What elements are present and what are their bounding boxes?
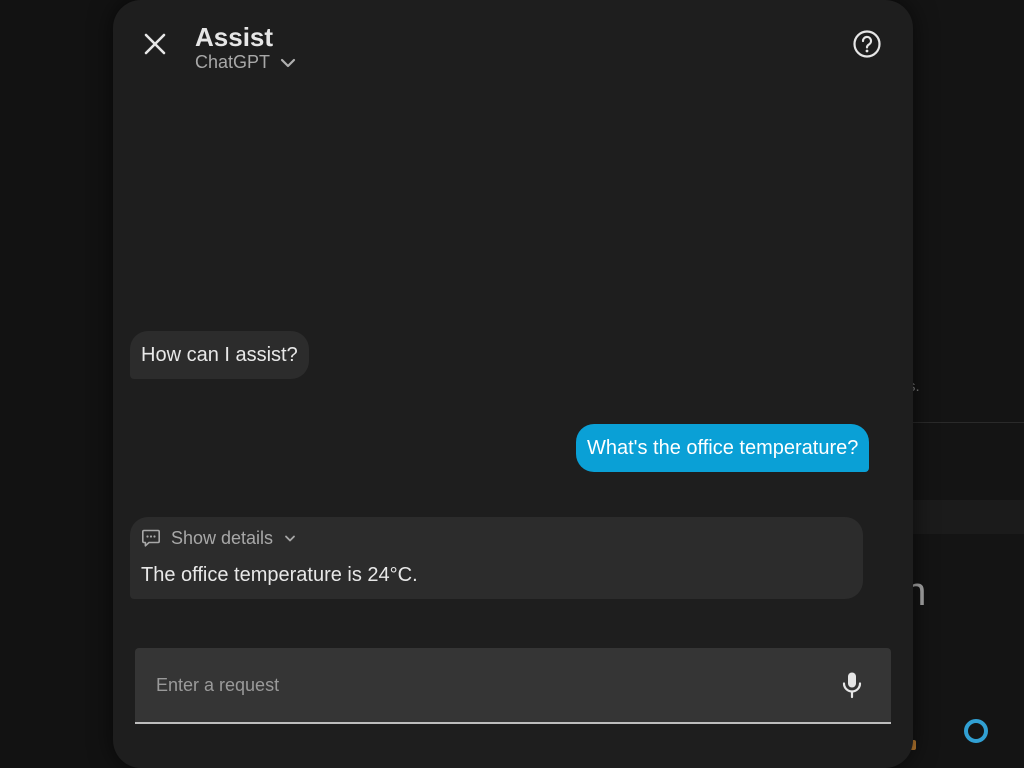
assist-dialog: Assist ChatGPT How can I assist? What's …	[113, 0, 913, 768]
chevron-down-icon	[280, 58, 296, 67]
comment-processing-icon	[142, 529, 160, 547]
pipeline-dropdown[interactable]: ChatGPT	[195, 52, 296, 73]
show-details-label: Show details	[171, 528, 274, 548]
background-divider	[900, 500, 1024, 534]
pipeline-selected-label: ChatGPT	[195, 52, 271, 72]
background-divider	[900, 422, 1024, 423]
background-assistant-ring-icon	[964, 719, 988, 743]
close-button[interactable]	[139, 28, 171, 60]
assistant-message: Show details The office temperature is 2…	[130, 517, 863, 599]
assistant-message: How can I assist?	[130, 331, 309, 379]
show-details-toggle[interactable]: Show details	[141, 527, 297, 549]
assistant-response-text: The office temperature is 24°C.	[141, 564, 418, 586]
microphone-icon	[842, 672, 862, 699]
microphone-button[interactable]	[835, 668, 869, 702]
request-input[interactable]	[135, 648, 815, 722]
user-message: What's the office temperature?	[576, 424, 870, 472]
chevron-down-icon	[285, 535, 295, 541]
help-circle-icon	[853, 30, 881, 58]
help-button[interactable]	[851, 28, 883, 60]
close-icon	[144, 33, 166, 55]
dialog-title: Assist	[195, 22, 274, 52]
request-input-field	[135, 648, 891, 724]
